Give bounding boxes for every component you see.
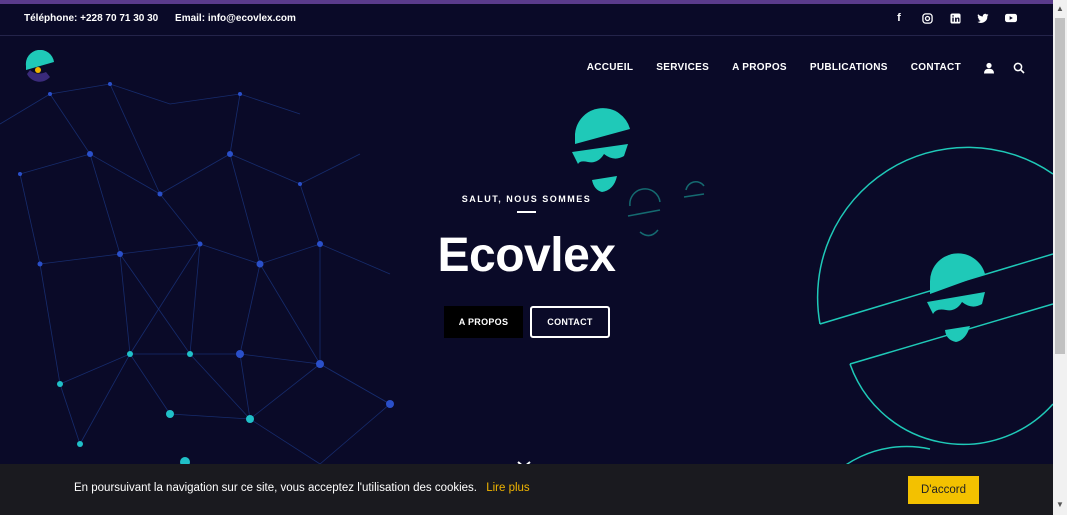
nav-item-services[interactable]: SERVICES [656, 62, 709, 73]
twitter-icon[interactable] [977, 12, 989, 24]
scroll-up-icon[interactable]: ▲ [1056, 4, 1064, 13]
top-info-bar: Téléphone: +228 70 71 30 30 Email: info@… [0, 4, 1053, 36]
user-icon[interactable] [983, 61, 995, 74]
email-text[interactable]: Email: info@ecovlex.com [175, 13, 296, 24]
contact-info: Téléphone: +228 70 71 30 30 Email: info@… [24, 13, 310, 24]
youtube-icon[interactable] [1005, 12, 1017, 24]
hero-divider [517, 211, 536, 213]
social-links: f [893, 12, 1017, 24]
cookie-message-text: En poursuivant la navigation sur ce site… [74, 482, 477, 494]
hero-subtitle: SALUT, NOUS SOMMES [461, 194, 592, 204]
search-icon[interactable] [1013, 61, 1025, 74]
cookie-read-more-link[interactable]: Lire plus [486, 482, 529, 494]
hero-title: Ecovlex [437, 229, 616, 282]
scrollbar-thumb[interactable] [1055, 18, 1065, 354]
robot-head-icon [572, 108, 630, 192]
phone-text: Téléphone: +228 70 71 30 30 [24, 13, 159, 24]
site-logo[interactable] [24, 49, 56, 82]
scrollbar[interactable]: ▲ ▼ [1053, 0, 1067, 515]
scroll-down-icon[interactable]: ▼ [1056, 500, 1064, 509]
linkedin-icon[interactable] [949, 12, 961, 24]
instagram-icon[interactable] [921, 12, 933, 24]
nav-item-accueil[interactable]: ACCUEIL [587, 62, 634, 73]
facebook-icon[interactable]: f [893, 12, 905, 24]
nav-item-a-propos[interactable]: A PROPOS [732, 62, 787, 73]
nav-item-contact[interactable]: CONTACT [911, 62, 961, 73]
cookie-banner: En poursuivant la navigation sur ce site… [0, 464, 1053, 515]
page: Téléphone: +228 70 71 30 30 Email: info@… [0, 4, 1053, 515]
cookie-message: En poursuivant la navigation sur ce site… [74, 482, 530, 494]
contact-button[interactable]: CONTACT [530, 306, 610, 338]
nav-item-publications[interactable]: PUBLICATIONS [810, 62, 888, 73]
cookie-accept-button[interactable]: D'accord [908, 476, 979, 504]
main-nav: ACCUEIL SERVICES A PROPOS PUBLICATIONS C… [564, 61, 1025, 74]
about-button[interactable]: A PROPOS [444, 306, 523, 338]
